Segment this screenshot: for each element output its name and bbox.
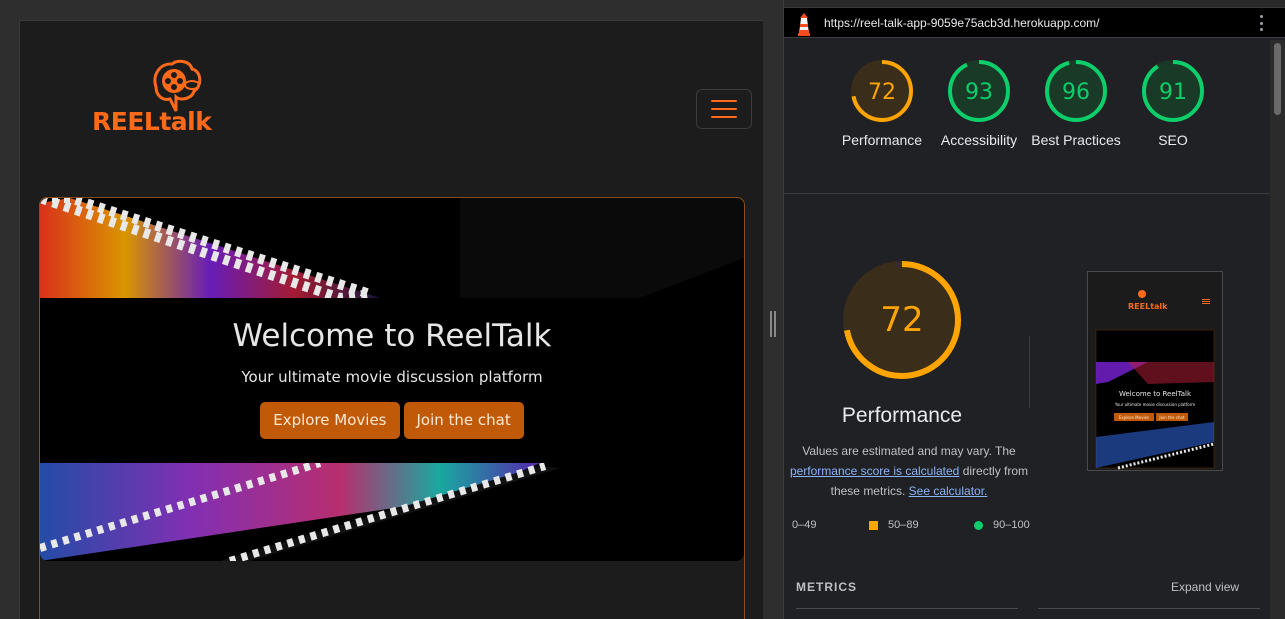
- hero-title: Welcome to ReelTalk: [232, 318, 552, 354]
- hamburger-icon: [711, 100, 737, 102]
- score-label: Accessibility: [940, 132, 1018, 148]
- hero-subtitle: Your ultimate movie discussion platform: [241, 368, 543, 386]
- score-label: Performance: [841, 132, 923, 148]
- logo-text: REELtalk: [92, 107, 212, 136]
- legend-average: 50–89: [869, 519, 919, 531]
- screen: { "app": { "logo_text": "REELtalk", "her…: [0, 0, 1285, 619]
- legend-fail-text: 0–49: [792, 519, 817, 531]
- score-ring: 72: [851, 60, 913, 122]
- kebab-dot: [1259, 15, 1263, 18]
- svg-text:Your ultimate movie discussion: Your ultimate movie discussion platform: [1114, 402, 1195, 407]
- metric-divider: [1038, 608, 1260, 609]
- score-gauge-best-practices[interactable]: 96 Best Practices: [1026, 58, 1126, 150]
- device-viewport-frame: REELtalk Welcome to ReelTalk Your ultima…: [0, 0, 783, 619]
- score-label: SEO: [1158, 132, 1188, 148]
- report-url-bar: https://reel-talk-app-9059e75acb3d.herok…: [784, 8, 1285, 38]
- score-ring: 91: [1142, 60, 1204, 122]
- explore-movies-button[interactable]: Explore Movies: [260, 402, 400, 439]
- hero-banner: Welcome to ReelTalk Your ultimate movie …: [40, 198, 744, 561]
- lighthouse-icon: [798, 13, 810, 36]
- desc-text-1: Values are estimated and may vary. The: [802, 444, 1016, 458]
- site-logo[interactable]: REELtalk: [92, 59, 222, 139]
- see-calculator-link[interactable]: See calculator.: [909, 484, 988, 498]
- final-screenshot-thumbnail[interactable]: REELtalk Welcome to ReelTalk Your ultima…: [1087, 271, 1223, 471]
- hero-buttons: Explore Movies Join the chat: [40, 402, 744, 439]
- panel-scrollbar[interactable]: [1270, 40, 1285, 619]
- legend-fail: 0–49: [792, 519, 816, 531]
- performance-description: Values are estimated and may vary. The p…: [784, 441, 1034, 501]
- score-value: 72: [868, 80, 896, 105]
- app-viewport: REELtalk Welcome to ReelTalk Your ultima…: [19, 20, 763, 619]
- score-label: Best Practices: [1031, 132, 1121, 148]
- performance-title: Performance: [841, 404, 963, 427]
- score-value: 96: [1062, 80, 1090, 105]
- score-ring: 96: [1045, 60, 1107, 122]
- score-value: 91: [1159, 80, 1187, 105]
- kebab-dot: [1259, 28, 1263, 31]
- menu-toggle-button[interactable]: [696, 89, 752, 129]
- screenshot-preview: REELtalk Welcome to ReelTalk Your ultima…: [1088, 272, 1222, 470]
- performance-gauge-large: 72: [840, 258, 964, 387]
- svg-text:Join the chat: Join the chat: [1158, 415, 1185, 420]
- score-ring: 93: [948, 60, 1010, 122]
- circle-pass-icon: [974, 520, 983, 530]
- panel-resize-handle[interactable]: [770, 311, 776, 337]
- lighthouse-panel: https://reel-talk-app-9059e75acb3d.herok…: [783, 0, 1285, 619]
- report-url[interactable]: https://reel-talk-app-9059e75acb3d.herok…: [824, 16, 1100, 30]
- gauges-divider: [784, 193, 1270, 194]
- performance-gauge-svg: 72: [843, 261, 961, 379]
- score-gauge-performance[interactable]: 72 Performance: [832, 58, 932, 150]
- metric-divider: [796, 608, 1018, 609]
- join-chat-button[interactable]: Join the chat: [403, 402, 524, 439]
- hero-content: Welcome to ReelTalk Your ultimate movie …: [40, 298, 744, 463]
- score-value: 93: [965, 80, 993, 105]
- square-average-icon: [869, 520, 878, 530]
- svg-text:REELtalk: REELtalk: [1128, 302, 1168, 311]
- legend-average-text: 50–89: [888, 519, 919, 531]
- performance-score-text: 72: [880, 300, 923, 340]
- legend-pass-text: 90–100: [993, 519, 1030, 531]
- svg-text:Explore Movies: Explore Movies: [1119, 415, 1149, 420]
- legend-pass: 90–100: [974, 519, 1030, 531]
- expand-view-button[interactable]: Expand view: [1171, 580, 1239, 594]
- score-gauge-accessibility[interactable]: 93 Accessibility: [929, 58, 1029, 150]
- score-gauge-seo[interactable]: 91 SEO: [1123, 58, 1223, 150]
- score-calculated-link[interactable]: performance score is calculated: [790, 464, 959, 478]
- svg-text:Welcome to ReelTalk: Welcome to ReelTalk: [1119, 390, 1192, 398]
- more-options-icon[interactable]: [1258, 15, 1264, 31]
- kebab-dot: [1259, 21, 1263, 25]
- hamburger-bar: [711, 108, 737, 110]
- vertical-separator: [1029, 336, 1030, 408]
- panel-top-strip: [784, 0, 1285, 8]
- metrics-heading: METRICS: [796, 580, 857, 594]
- scrollbar-thumb[interactable]: [1274, 43, 1281, 115]
- hamburger-bar: [711, 116, 737, 118]
